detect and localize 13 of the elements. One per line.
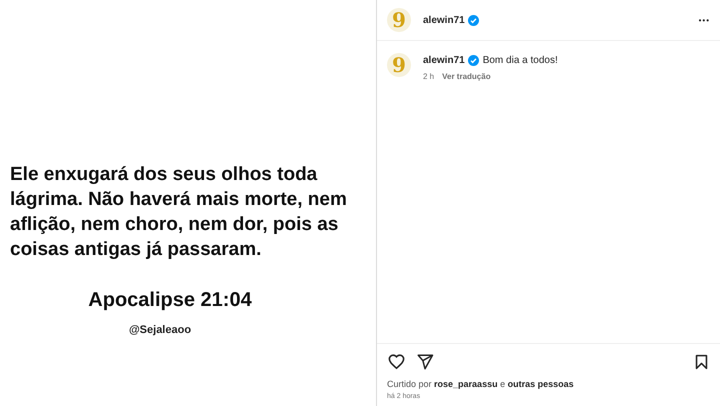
translate-link[interactable]: Ver tradução (442, 72, 491, 81)
share-icon[interactable] (416, 352, 434, 370)
username-link[interactable]: alewin71 (423, 55, 465, 66)
source-handle: @Sejaleaoo (128, 324, 192, 336)
like-heart-icon[interactable] (387, 352, 406, 371)
post-age: 2 h (423, 72, 434, 81)
verse-text: Ele enxugará dos seus olhos toda lágrima. Não haverá mais morte, nem aflição, nem choro, nem dor, pois as coisas antigas já passaram. (10, 163, 348, 262)
more-options-button[interactable]: ••• (698, 16, 710, 24)
likes-text: Curtido por rose_paraassu e outras pessoas (387, 379, 575, 389)
bookmark-icon[interactable] (693, 352, 710, 370)
username-link[interactable]: alewin71 (423, 14, 465, 26)
verse-reference: Apocalipse 21:04 (87, 289, 253, 312)
caption-text: Bom dia a todos! (482, 55, 558, 66)
